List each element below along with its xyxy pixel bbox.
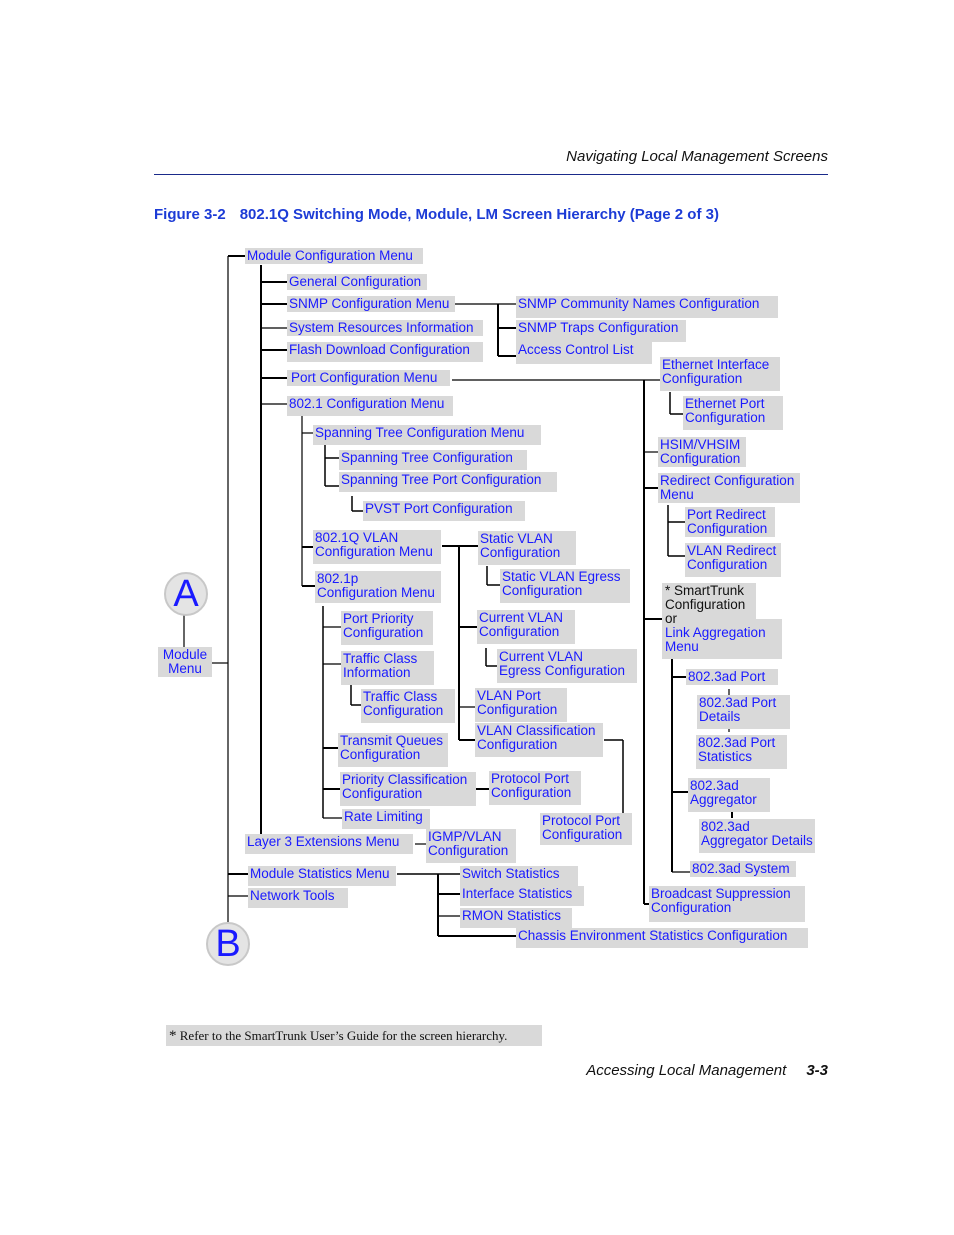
802-1p-configuration-menu[interactable]: 802.1p Configuration Menu (315, 571, 441, 603)
vlan-port-configuration[interactable]: VLAN Port Configuration (475, 688, 567, 722)
spanning-tree-configuration[interactable]: Spanning Tree Configuration (339, 450, 527, 470)
priority-classification-configuration[interactable]: Priority Classification Configuration (340, 772, 476, 806)
port-priority-configuration[interactable]: Port Priority Configuration (341, 611, 433, 645)
module-statistics-menu[interactable]: Module Statistics Menu (248, 866, 396, 886)
igmp-vlan-configuration[interactable]: IGMP/VLAN Configuration (426, 829, 516, 863)
module-configuration-menu[interactable]: Module Configuration Menu (245, 248, 423, 264)
snmp-community-names-configuration[interactable]: SNMP Community Names Configuration (516, 296, 778, 318)
transmit-queues-configuration[interactable]: Transmit Queues Configuration (338, 733, 448, 767)
spanning-tree-configuration-menu[interactable]: Spanning Tree Configuration Menu (313, 425, 541, 445)
interface-statistics[interactable]: Interface Statistics (460, 886, 584, 906)
802-3ad-aggregator-details[interactable]: 802.3ad Aggregator Details (699, 819, 815, 853)
rate-limiting[interactable]: Rate Limiting (342, 809, 430, 829)
smarttrunk-link-aggregation[interactable]: * SmartTrunk Configuration or Link Aggre… (662, 583, 782, 659)
page-number: 3-3 (806, 1062, 828, 1079)
protocol-port-configuration-priority[interactable]: Protocol Port Configuration (489, 771, 581, 805)
general-configuration[interactable]: General Configuration (287, 274, 427, 290)
hsim-vhsim-configuration[interactable]: HSIM/VHSIM Configuration (658, 437, 746, 467)
static-vlan-egress-configuration[interactable]: Static VLAN Egress Configuration (500, 569, 630, 603)
802-3ad-port-statistics[interactable]: 802.3ad Port Statistics (696, 735, 787, 769)
broadcast-suppression-configuration[interactable]: Broadcast Suppression Configuration (649, 886, 805, 922)
vlan-redirect-configuration[interactable]: VLAN Redirect Configuration (685, 543, 781, 577)
snmp-traps-configuration[interactable]: SNMP Traps Configuration (516, 320, 686, 342)
ethernet-interface-configuration[interactable]: Ethernet Interface Configuration (660, 357, 780, 391)
802-3ad-port-details[interactable]: 802.3ad Port Details (697, 695, 790, 729)
802-1-configuration-menu[interactable]: 802.1 Configuration Menu (287, 396, 453, 416)
vlan-classification-configuration[interactable]: VLAN Classification Configuration (475, 723, 603, 757)
current-vlan-configuration[interactable]: Current VLAN Configuration (477, 610, 575, 644)
port-redirect-configuration[interactable]: Port Redirect Configuration (685, 507, 775, 537)
connector-a[interactable]: A (164, 572, 208, 616)
static-vlan-configuration[interactable]: Static VLAN Configuration (478, 531, 576, 565)
footnote: * Refer to the SmartTrunk User’s Guide f… (166, 1025, 542, 1046)
module-menu[interactable]: Module Menu (158, 647, 212, 677)
connector-b[interactable]: B (206, 922, 250, 966)
footer-section-title: Accessing Local Management (586, 1062, 787, 1079)
chassis-environment-statistics-configuration[interactable]: Chassis Environment Statistics Configura… (516, 928, 808, 948)
layer-3-extensions-menu[interactable]: Layer 3 Extensions Menu (245, 834, 413, 854)
802-3ad-aggregator[interactable]: 802.3ad Aggregator (688, 778, 770, 812)
traffic-class-information[interactable]: Traffic Class Information (341, 651, 434, 685)
traffic-class-configuration[interactable]: Traffic Class Configuration (361, 689, 455, 723)
rmon-statistics[interactable]: RMON Statistics (460, 908, 572, 928)
footnote-mark: * (169, 1028, 177, 1044)
link-aggregation-menu[interactable]: Link Aggregation Menu (665, 626, 766, 654)
802-3ad-system[interactable]: 802.3ad System (690, 861, 796, 877)
switch-statistics[interactable]: Switch Statistics (460, 866, 578, 886)
current-vlan-egress-configuration[interactable]: Current VLAN Egress Configuration (497, 649, 637, 683)
access-control-list[interactable]: Access Control List (516, 342, 652, 364)
network-tools[interactable]: Network Tools (248, 888, 348, 908)
redirect-configuration-menu[interactable]: Redirect Configuration Menu (658, 473, 800, 503)
protocol-port-configuration-vlan[interactable]: Protocol Port Configuration (540, 813, 632, 845)
ethernet-port-configuration[interactable]: Ethernet Port Configuration (683, 396, 783, 430)
page-footer: Accessing Local Management 3-3 (586, 1062, 828, 1079)
footnote-text: Refer to the SmartTrunk User’s Guide for… (179, 1028, 508, 1043)
spanning-tree-port-configuration[interactable]: Spanning Tree Port Configuration (339, 472, 557, 492)
802-1q-vlan-configuration-menu[interactable]: 802.1Q VLAN Configuration Menu (313, 530, 441, 564)
smarttrunk-text: * SmartTrunk Configuration or (665, 583, 746, 626)
snmp-configuration-menu[interactable]: SNMP Configuration Menu (287, 296, 455, 312)
pvst-port-configuration[interactable]: PVST Port Configuration (363, 501, 525, 521)
802-3ad-port[interactable]: 802.3ad Port (686, 669, 778, 685)
flash-download-configuration[interactable]: Flash Download Configuration (287, 342, 483, 362)
system-resources-information[interactable]: System Resources Information (287, 320, 483, 336)
port-configuration-menu[interactable]: Port Configuration Menu (287, 370, 450, 386)
